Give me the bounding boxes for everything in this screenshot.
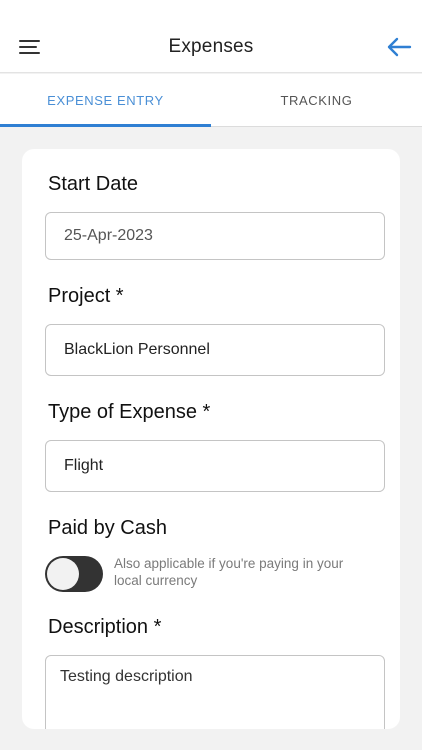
- paid-by-cash-label: Paid by Cash: [48, 517, 167, 539]
- paid-by-cash-helper: Also applicable if you're paying in your…: [114, 556, 344, 588]
- project-field[interactable]: BlackLion Personnel: [45, 324, 385, 376]
- active-tab-indicator: [0, 124, 211, 127]
- expense-form-card: Start Date 25-Apr-2023 Project * BlackLi…: [22, 149, 400, 729]
- tab-expense-entry-label: EXPENSE ENTRY: [47, 92, 164, 108]
- tab-expense-entry[interactable]: EXPENSE ENTRY: [0, 74, 211, 126]
- expense-type-label: Type of Expense *: [48, 401, 211, 423]
- expense-type-value: Flight: [64, 457, 104, 474]
- description-value: Testing description: [60, 668, 193, 685]
- paid-by-cash-toggle[interactable]: [45, 556, 103, 592]
- expense-type-field[interactable]: Flight: [45, 440, 385, 492]
- project-value: BlackLion Personnel: [64, 341, 210, 358]
- start-date-label: Start Date: [48, 173, 139, 195]
- arrow-left-icon[interactable]: [386, 36, 412, 58]
- tab-bar: EXPENSE ENTRY TRACKING: [0, 74, 422, 127]
- description-label: Description *: [48, 616, 162, 638]
- app-header: Expenses: [0, 0, 422, 73]
- page-title: Expenses: [168, 36, 254, 57]
- tab-tracking[interactable]: TRACKING: [211, 74, 422, 126]
- description-textarea[interactable]: Testing description: [45, 655, 385, 729]
- start-date-value: 25-Apr-2023: [64, 227, 153, 244]
- start-date-field[interactable]: 25-Apr-2023: [45, 212, 385, 260]
- toggle-knob: [47, 558, 79, 590]
- tab-tracking-label: TRACKING: [280, 92, 353, 108]
- project-label: Project *: [48, 285, 124, 307]
